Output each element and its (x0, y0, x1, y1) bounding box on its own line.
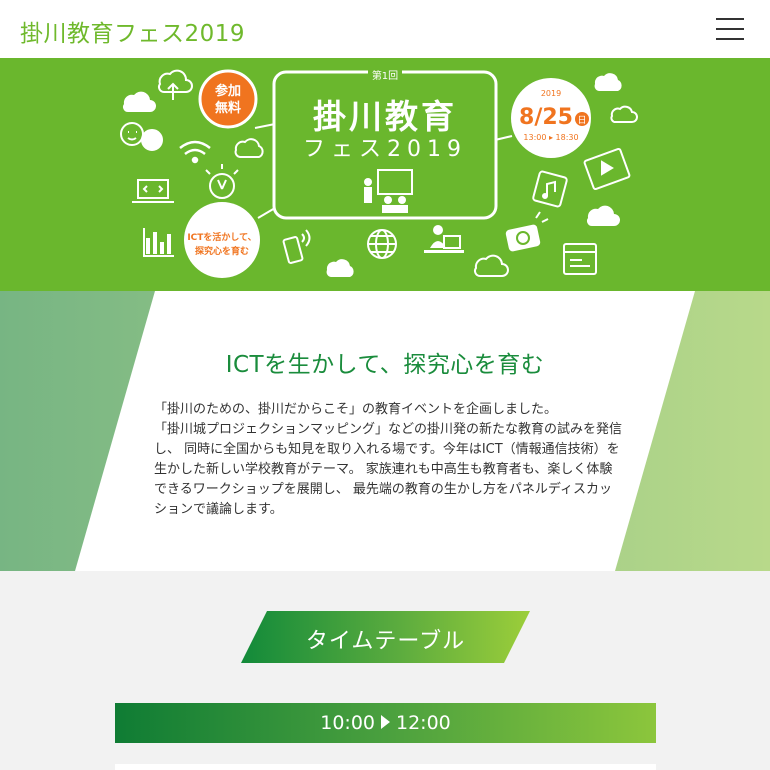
intro-title: ICTを生かして、探究心を育む (225, 352, 545, 378)
free-badge-line2: 無料 (215, 100, 241, 116)
hero-illustration: 第1回 掛川教育 フェス2019 参加 無料 2019 8/25 日 13:00… (120, 66, 638, 278)
event-name-line2: フェス2019 (303, 137, 467, 162)
arrow-right-icon (381, 715, 390, 729)
free-badge-line1: 参加 (215, 83, 241, 99)
free-badge (198, 69, 258, 129)
tagline-line2: 探究心を育む (195, 245, 249, 257)
music-note-icon (532, 170, 568, 208)
time-slot-end: 12:00 (396, 712, 451, 734)
bar-chart-icon (143, 228, 174, 257)
hamburger-menu-button[interactable] (716, 18, 744, 40)
camera-icon (505, 211, 549, 252)
chat-bubbles-icon (120, 122, 163, 151)
date-year: 2019 (541, 89, 561, 98)
intro-section: ICTを生かして、探究心を育む 「掛川のための、掛川だからこそ」の教育イベントを… (0, 291, 770, 571)
time-slot-range: 10:00 12:00 (115, 712, 656, 734)
lightbulb-icon (205, 164, 239, 199)
site-title[interactable]: 掛川教育フェス2019 (20, 14, 245, 48)
timetable-heading: タイムテーブル (241, 611, 530, 663)
date-weekday: 日 (577, 115, 586, 126)
event-name-line1: 掛川教育 (313, 97, 457, 136)
timetable-title: タイムテーブル (305, 629, 466, 654)
wifi-icon (179, 140, 211, 164)
tagline-line1: ICTを活かして、 (187, 231, 256, 243)
laptop-code-icon (132, 179, 174, 203)
menu-bar (716, 38, 744, 40)
film-video-icon (583, 147, 631, 191)
globe-icon (367, 229, 397, 259)
time-slot-body (115, 764, 656, 770)
person-computer-icon (424, 225, 464, 253)
hero-banner: 第1回 掛川教育 フェス2019 参加 無料 2019 8/25 日 13:00… (0, 58, 770, 291)
time-slot-start: 10:00 (320, 712, 375, 734)
site-header: 掛川教育フェス2019 (0, 0, 770, 58)
intro-body: 「掛川のための、掛川だからこそ」の教育イベントを企画しました。 「掛川城プロジェ… (154, 402, 623, 517)
edition-label: 第1回 (372, 69, 398, 82)
smartphone-icon (282, 229, 311, 264)
date-day: 8/25 (519, 105, 573, 130)
menu-bar (716, 18, 744, 20)
cloud-upload-icon (158, 69, 193, 100)
time-slot-header: 10:00 12:00 (115, 703, 656, 743)
web-page-icon (563, 243, 597, 275)
date-time: 13:00 ▸ 18:30 (523, 133, 578, 142)
menu-bar (716, 28, 744, 30)
